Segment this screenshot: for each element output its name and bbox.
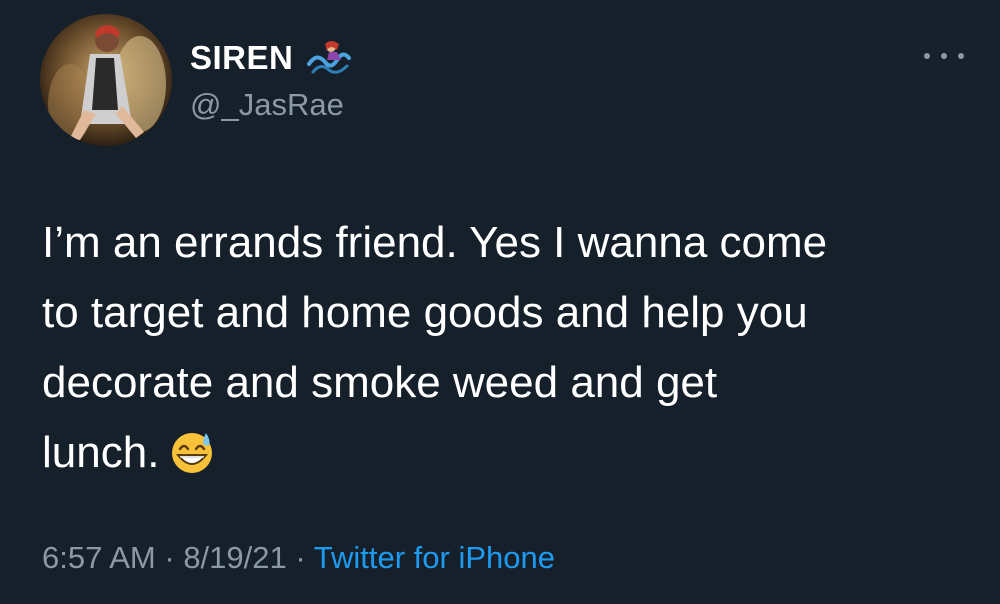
display-name[interactable]: SIREN [190, 39, 293, 77]
more-dots-icon[interactable] [924, 44, 964, 68]
user-handle[interactable]: @_JasRae [190, 87, 344, 123]
meta-separator: · [286, 540, 314, 575]
tweet-date: 8/19/21 [183, 540, 287, 575]
tweet-line: to target and home goods and help you [42, 288, 808, 337]
avatar[interactable] [40, 14, 172, 146]
avatar-photo-icon [40, 14, 172, 146]
author-name-row: SIREN [190, 38, 352, 78]
tweet-last-line: lunch. [42, 418, 982, 488]
dot-icon [941, 53, 947, 59]
tweet-card: SIREN @_JasRae I’m an errands friend. Ye… [0, 0, 1000, 604]
tweet-text: I’m an errands friend. Yes I wanna come … [42, 208, 982, 488]
tweet-line: I’m an errands friend. Yes I wanna come [42, 218, 828, 267]
mermaid-wave-icon [307, 41, 352, 74]
tweet-meta: 6:57 AM · 8/19/21 · Twitter for iPhone [42, 540, 555, 576]
dot-icon [924, 53, 930, 59]
tweet-line: lunch. [42, 428, 160, 477]
dot-icon [958, 53, 964, 59]
tweet-time: 6:57 AM [42, 540, 156, 575]
tweet-source-link[interactable]: Twitter for iPhone [314, 540, 555, 575]
tweet-line: decorate and smoke weed and get [42, 358, 718, 407]
meta-separator: · [155, 540, 184, 575]
grinning-face-with-sweat-icon [172, 433, 213, 473]
